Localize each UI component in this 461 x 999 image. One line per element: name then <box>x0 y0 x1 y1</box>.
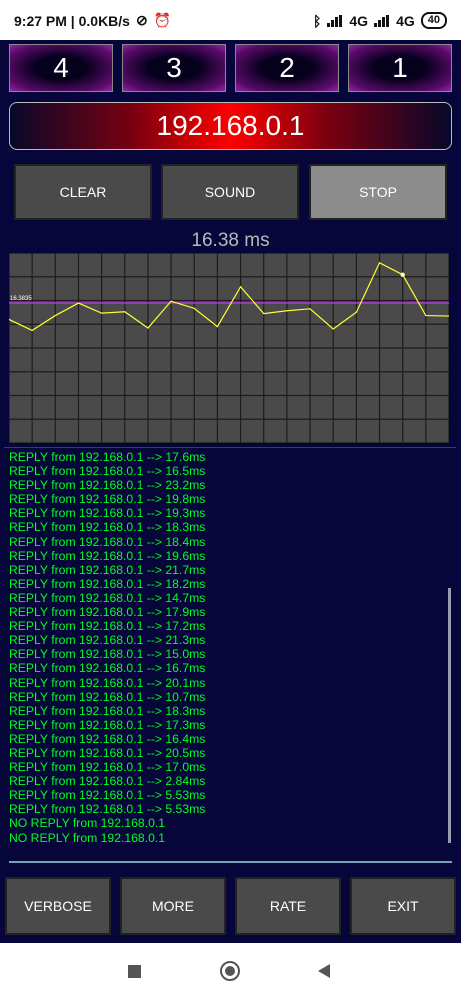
chart-point <box>309 308 311 310</box>
chart-point <box>355 311 357 313</box>
alarm-icon: ⏰ <box>153 12 172 28</box>
control-buttons: CLEAR SOUND STOP <box>14 164 447 220</box>
ip-address-field[interactable]: 192.168.0.1 <box>9 102 452 150</box>
clear-button[interactable]: CLEAR <box>14 164 152 220</box>
log-line: REPLY from 192.168.0.1 --> 17.3ms <box>9 717 206 732</box>
chart-point <box>332 328 334 330</box>
chart-point <box>286 310 288 312</box>
reply-log[interactable]: REPLY from 192.168.0.1 --> 17.6ms REPLY f… <box>9 450 439 850</box>
chart-point <box>216 325 219 328</box>
log-line: REPLY from 192.168.0.1 --> 16.7ms <box>9 661 206 676</box>
network-type-2: 4G <box>396 12 415 29</box>
log-line: REPLY from 192.168.0.1 --> 17.2ms <box>9 619 206 634</box>
chart-point <box>77 302 80 304</box>
latency-chart: 16.3835 <box>9 253 449 443</box>
chart-point <box>239 286 242 288</box>
chart-point <box>263 313 265 315</box>
log-line: REPLY from 192.168.0.1 --> 18.3ms <box>9 520 206 535</box>
log-line: REPLY from 192.168.0.1 --> 20.1ms <box>9 675 206 690</box>
log-line: REPLY from 192.168.0.1 --> 5.53ms <box>9 788 206 803</box>
target-button-2[interactable]: 2 <box>235 44 339 92</box>
chart-svg: 16.3835 <box>9 253 449 443</box>
chart-point <box>31 329 33 332</box>
log-line: REPLY from 192.168.0.1 --> 10.7ms <box>9 689 206 704</box>
chart-reference-label: 16.3835 <box>10 296 32 302</box>
log-line: REPLY from 192.168.0.1 --> 18.2ms <box>9 576 206 591</box>
chart-point <box>124 311 126 313</box>
status-right: ᛒ 4G 4G 40 <box>313 12 447 29</box>
chart-point <box>193 307 195 309</box>
log-line: REPLY from 192.168.0.1 --> 2.84ms <box>9 774 206 789</box>
nav-recents-icon[interactable] <box>128 965 141 978</box>
target-buttons: 4 3 2 1 <box>9 44 452 92</box>
log-line: NO REPLY from 192.168.0.1 <box>9 830 166 845</box>
log-line: REPLY from 192.168.0.1 --> 17.6ms <box>9 450 206 464</box>
more-button[interactable]: MORE <box>120 877 226 935</box>
sound-button[interactable]: SOUND <box>161 164 299 220</box>
rate-button[interactable]: RATE <box>235 877 341 935</box>
log-line: REPLY from 192.168.0.1 --> 17.9ms <box>9 605 206 620</box>
status-bar: 9:27 PM | 0.0KB/s ⊘ ⏰ ᛒ 4G 4G 40 <box>0 0 461 40</box>
log-line: REPLY from 192.168.0.1 --> 5.53ms <box>9 802 206 817</box>
navigation-bar <box>0 943 461 999</box>
verbose-button[interactable]: VERBOSE <box>5 877 111 935</box>
chart-point <box>400 272 405 277</box>
chart-point <box>101 312 103 314</box>
status-time: 9:27 PM | 0.0KB/s <box>14 12 130 29</box>
log-line: REPLY from 192.168.0.1 --> 23.2ms <box>9 478 206 493</box>
log-line: REPLY from 192.168.0.1 --> 20.5ms <box>9 745 206 760</box>
target-button-4[interactable]: 4 <box>9 44 113 92</box>
log-line: REPLY from 192.168.0.1 --> 21.3ms <box>9 633 206 648</box>
exit-button[interactable]: EXIT <box>350 877 456 935</box>
log-scrollbar[interactable] <box>448 588 451 843</box>
bluetooth-icon: ᛒ <box>312 12 322 29</box>
chart-point <box>170 300 172 302</box>
log-line: REPLY from 192.168.0.1 --> 14.7ms <box>9 590 206 605</box>
signal-icon <box>374 14 390 27</box>
log-line: REPLY from 192.168.0.1 --> 17.0ms <box>9 760 206 775</box>
log-line: REPLY from 192.168.0.1 --> 21.7ms <box>9 562 206 577</box>
target-button-3[interactable]: 3 <box>122 44 226 92</box>
log-line: REPLY from 192.168.0.1 --> 18.4ms <box>9 534 206 549</box>
log-line: REPLY from 192.168.0.1 --> 16.4ms <box>9 731 206 746</box>
log-line: REPLY from 192.168.0.1 --> 16.5ms <box>9 464 206 479</box>
log-line: NO REPLY from 192.168.0.1 <box>9 816 166 831</box>
nav-home-icon[interactable] <box>220 961 240 981</box>
chart-point <box>147 327 149 329</box>
log-line: REPLY from 192.168.0.1 --> 19.3ms <box>9 506 206 521</box>
chart-point <box>425 314 427 317</box>
log-divider <box>9 861 452 863</box>
stop-button[interactable]: STOP <box>309 164 447 220</box>
wifi-off-icon: ⊘ <box>135 12 148 28</box>
log-line: REPLY from 192.168.0.1 --> 19.6ms <box>9 548 206 563</box>
signal-icon <box>327 14 343 27</box>
battery-icon: 40 <box>420 12 447 29</box>
target-button-1[interactable]: 1 <box>348 44 452 92</box>
chart-point <box>54 314 56 317</box>
bottom-buttons: VERBOSE MORE RATE EXIT <box>5 877 456 935</box>
nav-back-icon[interactable] <box>318 964 330 978</box>
status-left: 9:27 PM | 0.0KB/s ⊘ ⏰ <box>14 12 171 29</box>
chart-separator <box>4 447 456 448</box>
network-type-1: 4G <box>349 12 369 29</box>
log-line: REPLY from 192.168.0.1 --> 15.0ms <box>9 647 206 662</box>
chart-point <box>378 262 381 264</box>
log-line: REPLY from 192.168.0.1 --> 19.8ms <box>9 492 206 507</box>
log-line: REPLY from 192.168.0.1 --> 18.3ms <box>9 703 206 718</box>
latency-readout: 16.38 ms <box>191 230 270 251</box>
